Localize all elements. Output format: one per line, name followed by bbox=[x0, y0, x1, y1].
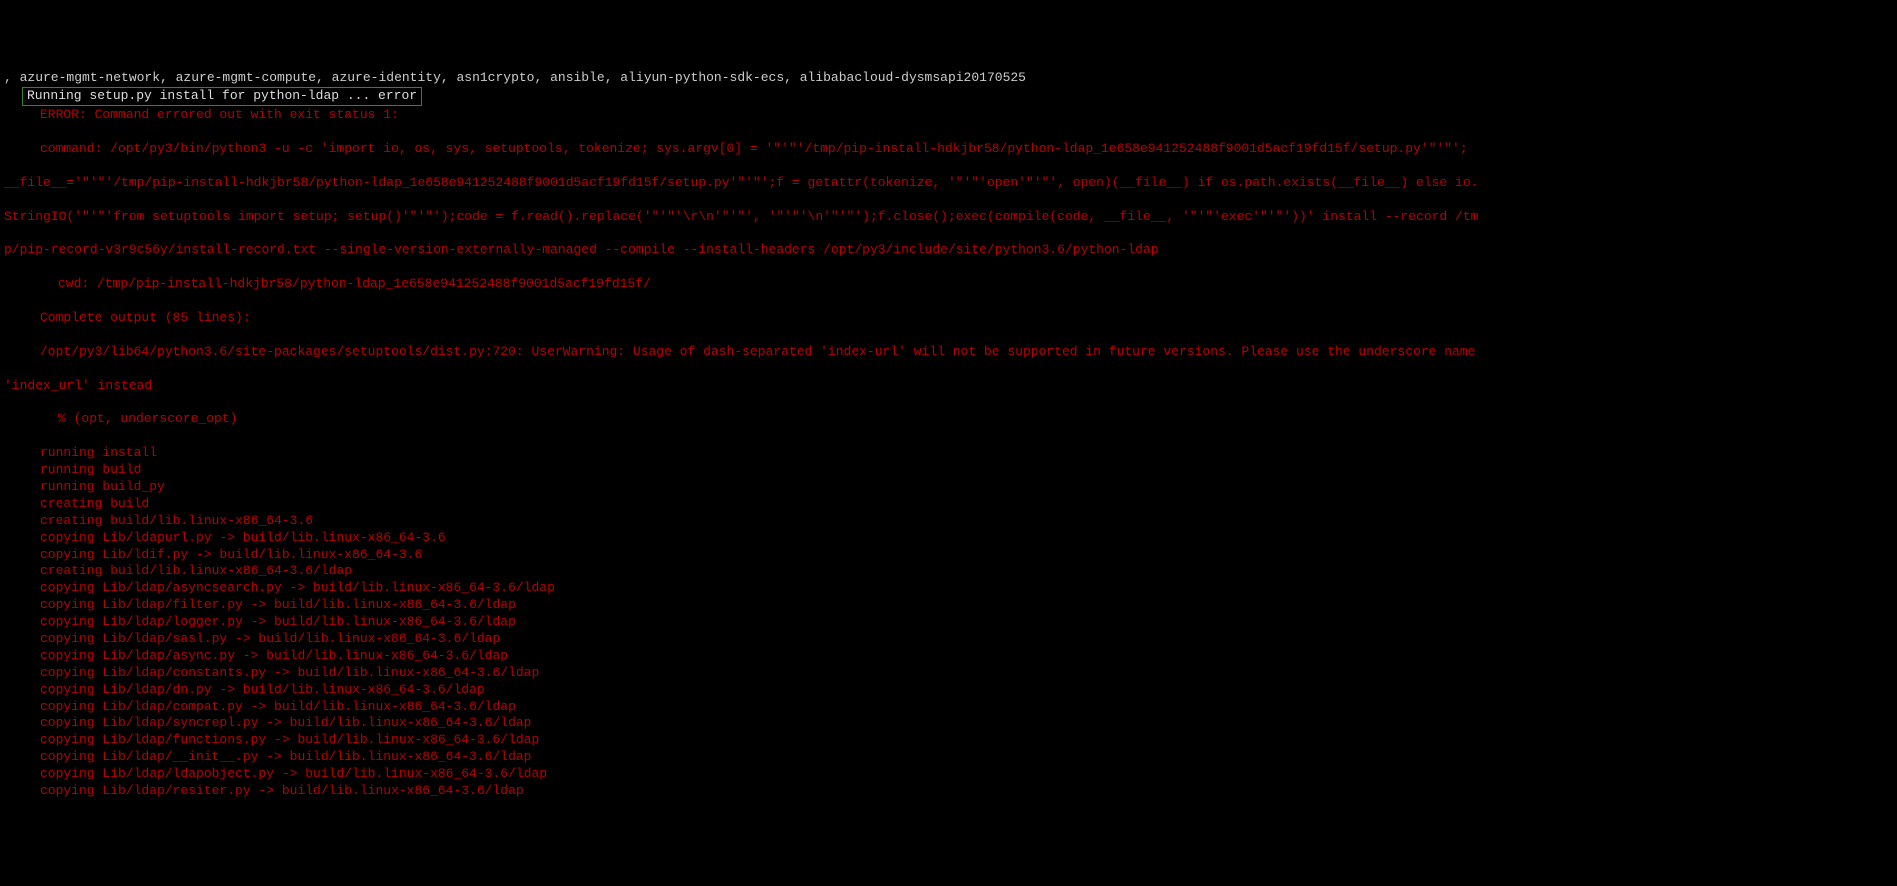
running-setup-highlight: Running setup.py install for python-ldap… bbox=[22, 87, 422, 106]
build-line: copying Lib/ldap/functions.py -> build/l… bbox=[4, 732, 1893, 749]
running-setup-text: Running setup.py install for python-ldap… bbox=[27, 88, 417, 103]
build-line: creating build/lib.linux-x86_64-3.6 bbox=[4, 513, 1893, 530]
build-line: copying Lib/ldap/dn.py -> build/lib.linu… bbox=[4, 682, 1893, 699]
command-cont-1: __file__='"'"'/tmp/pip-install-hdkjbr58/… bbox=[4, 175, 1893, 192]
build-line: copying Lib/ldap/logger.py -> build/lib.… bbox=[4, 614, 1893, 631]
package-list: , azure-mgmt-network, azure-mgmt-compute… bbox=[4, 70, 1026, 85]
command-cont-3: p/pip-record-v3r9c56y/install-record.txt… bbox=[4, 242, 1893, 259]
build-line: copying Lib/ldap/async.py -> build/lib.l… bbox=[4, 648, 1893, 665]
command-cont-2: StringIO('"'"'from setuptools import set… bbox=[4, 209, 1893, 226]
build-line: copying Lib/ldif.py -> build/lib.linux-x… bbox=[4, 547, 1893, 564]
build-line: copying Lib/ldap/filter.py -> build/lib.… bbox=[4, 597, 1893, 614]
build-line: copying Lib/ldap/sasl.py -> build/lib.li… bbox=[4, 631, 1893, 648]
build-output: running installrunning buildrunning buil… bbox=[4, 445, 1893, 800]
build-line: copying Lib/ldap/ldapobject.py -> build/… bbox=[4, 766, 1893, 783]
build-line: copying Lib/ldap/asyncsearch.py -> build… bbox=[4, 580, 1893, 597]
build-line: creating build bbox=[4, 496, 1893, 513]
command-line: command: /opt/py3/bin/python3 -u -c 'imp… bbox=[4, 141, 1893, 158]
build-line: copying Lib/ldap/compat.py -> build/lib.… bbox=[4, 699, 1893, 716]
build-line: running install bbox=[4, 445, 1893, 462]
pct-line: % (opt, underscore_opt) bbox=[4, 411, 1893, 428]
build-line: copying Lib/ldap/__init__.py -> build/li… bbox=[4, 749, 1893, 766]
complete-output: Complete output (85 lines): bbox=[4, 310, 1893, 327]
build-line: running build bbox=[4, 462, 1893, 479]
build-line: creating build/lib.linux-x86_64-3.6/ldap bbox=[4, 563, 1893, 580]
build-line: copying Lib/ldap/constants.py -> build/l… bbox=[4, 665, 1893, 682]
build-line: copying Lib/ldap/syncrepl.py -> build/li… bbox=[4, 715, 1893, 732]
error-header: ERROR: Command errored out with exit sta… bbox=[4, 107, 1893, 124]
cwd-line: cwd: /tmp/pip-install-hdkjbr58/python-ld… bbox=[4, 276, 1893, 293]
userwarning-2: 'index_url' instead bbox=[4, 378, 1893, 395]
build-line: copying Lib/ldap/resiter.py -> build/lib… bbox=[4, 783, 1893, 800]
build-line: running build_py bbox=[4, 479, 1893, 496]
build-line: copying Lib/ldapurl.py -> build/lib.linu… bbox=[4, 530, 1893, 547]
userwarning-1: /opt/py3/lib64/python3.6/site-packages/s… bbox=[4, 344, 1893, 361]
